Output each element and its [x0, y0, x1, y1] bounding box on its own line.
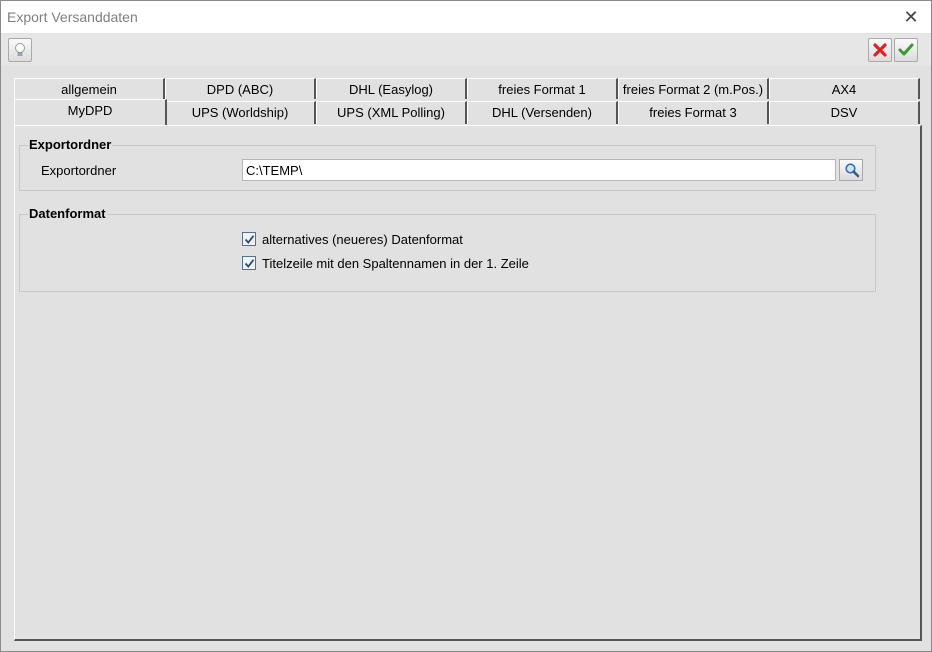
- checkbox-label-alternatives-datenformat: alternatives (neueres) Datenformat: [262, 232, 463, 247]
- tab-freies-format-3[interactable]: freies Format 3: [618, 101, 769, 124]
- checkbox-titelzeile[interactable]: [242, 256, 256, 270]
- exportordner-input[interactable]: [242, 159, 836, 181]
- exportordner-group-title: Exportordner: [28, 137, 113, 152]
- datenformat-group-title: Datenformat: [28, 206, 107, 221]
- checkmark-icon: [244, 235, 255, 244]
- tab-allgemein[interactable]: allgemein: [14, 78, 165, 99]
- tab-dpd-abc[interactable]: DPD (ABC): [165, 78, 316, 99]
- window-title: Export Versanddaten: [7, 9, 138, 25]
- tab-strip: allgemein DPD (ABC) DHL (Easylog) freies…: [14, 78, 920, 125]
- magnifier-icon: [845, 163, 860, 178]
- cancel-button[interactable]: [868, 38, 892, 62]
- tab-dsv[interactable]: DSV: [769, 101, 920, 124]
- tab-freies-format-2[interactable]: freies Format 2 (m.Pos.): [618, 78, 769, 99]
- tab-panel-mydpd: Exportordner Exportordner Datenformat al…: [14, 125, 922, 641]
- tab-mydpd[interactable]: MyDPD: [14, 99, 167, 125]
- title-bar: Export Versanddaten ✕: [1, 1, 931, 33]
- tab-dhl-easylog[interactable]: DHL (Easylog): [316, 78, 467, 99]
- tab-ups-xml-polling[interactable]: UPS (XML Polling): [316, 101, 467, 124]
- red-x-icon: [873, 43, 887, 57]
- checkbox-label-titelzeile: Titelzeile mit den Spaltennamen in der 1…: [262, 256, 529, 271]
- checkmark-icon: [244, 259, 255, 268]
- checkbox-alternatives-datenformat[interactable]: [242, 232, 256, 246]
- tab-freies-format-1[interactable]: freies Format 1: [467, 78, 618, 99]
- close-icon[interactable]: ✕: [901, 7, 921, 27]
- help-button[interactable]: [8, 38, 32, 62]
- exportordner-label: Exportordner: [41, 163, 117, 178]
- tab-ups-worldship[interactable]: UPS (Worldship): [165, 101, 316, 124]
- toolbar: [1, 34, 931, 66]
- ok-button[interactable]: [894, 38, 918, 62]
- tab-ax4[interactable]: AX4: [769, 78, 920, 99]
- export-dialog-window: Export Versanddaten ✕ allgemein DPD (ABC…: [0, 0, 932, 652]
- tab-dhl-versenden[interactable]: DHL (Versenden): [467, 101, 618, 124]
- exportordner-group: Exportordner Exportordner: [19, 137, 876, 191]
- browse-folder-button[interactable]: [839, 159, 863, 181]
- lightbulb-icon: [15, 43, 25, 56]
- datenformat-group: Datenformat alternatives (neueres) Daten…: [19, 206, 876, 292]
- green-check-icon: [898, 43, 914, 56]
